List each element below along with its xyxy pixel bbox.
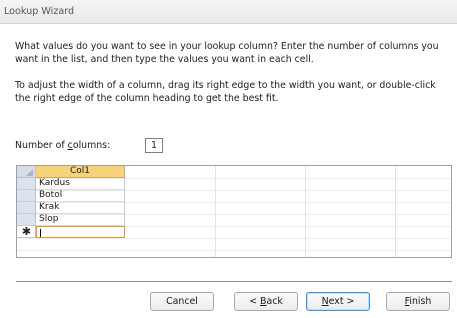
number-of-columns-label: Number of columns:	[15, 140, 110, 151]
lookup-values-grid[interactable]: Col1 Kardus Botol Krak Slop ✱	[16, 165, 452, 258]
select-all-corner[interactable]	[17, 166, 36, 178]
button-label-part: ext >	[328, 296, 355, 307]
label-part: Number of	[15, 140, 68, 151]
button-label-part: <	[249, 296, 261, 307]
select-all-icon	[26, 169, 33, 176]
grid-cell[interactable]: Krak	[36, 202, 125, 214]
title-bar: Lookup Wizard	[0, 0, 457, 24]
row-selector[interactable]	[17, 178, 36, 190]
button-label-part: ack	[266, 296, 283, 307]
grid-line	[395, 166, 396, 257]
grid-cell[interactable]: Botol	[36, 190, 125, 202]
grid-cell[interactable]: Kardus	[36, 178, 125, 190]
text-caret	[40, 229, 41, 237]
grid-cell[interactable]: Slop	[36, 214, 125, 226]
grid-line	[305, 166, 306, 257]
grid-line	[17, 238, 451, 239]
footer-divider	[16, 281, 452, 282]
grid-line	[17, 250, 451, 251]
instruction-text-width: To adjust the width of a column, drag it…	[15, 80, 436, 104]
button-accesskey: N	[321, 296, 329, 307]
row-selector[interactable]	[17, 202, 36, 214]
column-header-col1[interactable]: Col1	[36, 166, 125, 178]
window-title: Lookup Wizard	[4, 6, 75, 17]
label-part: olumns:	[72, 140, 111, 151]
back-button[interactable]: < Back	[234, 292, 298, 311]
grid-line	[215, 166, 216, 257]
row-selector[interactable]	[17, 190, 36, 202]
new-record-selector[interactable]: ✱	[17, 225, 36, 238]
number-of-columns-input[interactable]: 1	[145, 138, 163, 153]
finish-button[interactable]: Finish	[386, 292, 450, 311]
new-record-icon: ✱	[21, 225, 32, 238]
instruction-text-values: What values do you want to see in your l…	[15, 41, 439, 65]
button-label-part: inish	[409, 296, 432, 307]
new-record-cell[interactable]	[36, 226, 125, 238]
cancel-button[interactable]: Cancel	[150, 292, 214, 311]
next-button[interactable]: Next >	[306, 292, 370, 311]
